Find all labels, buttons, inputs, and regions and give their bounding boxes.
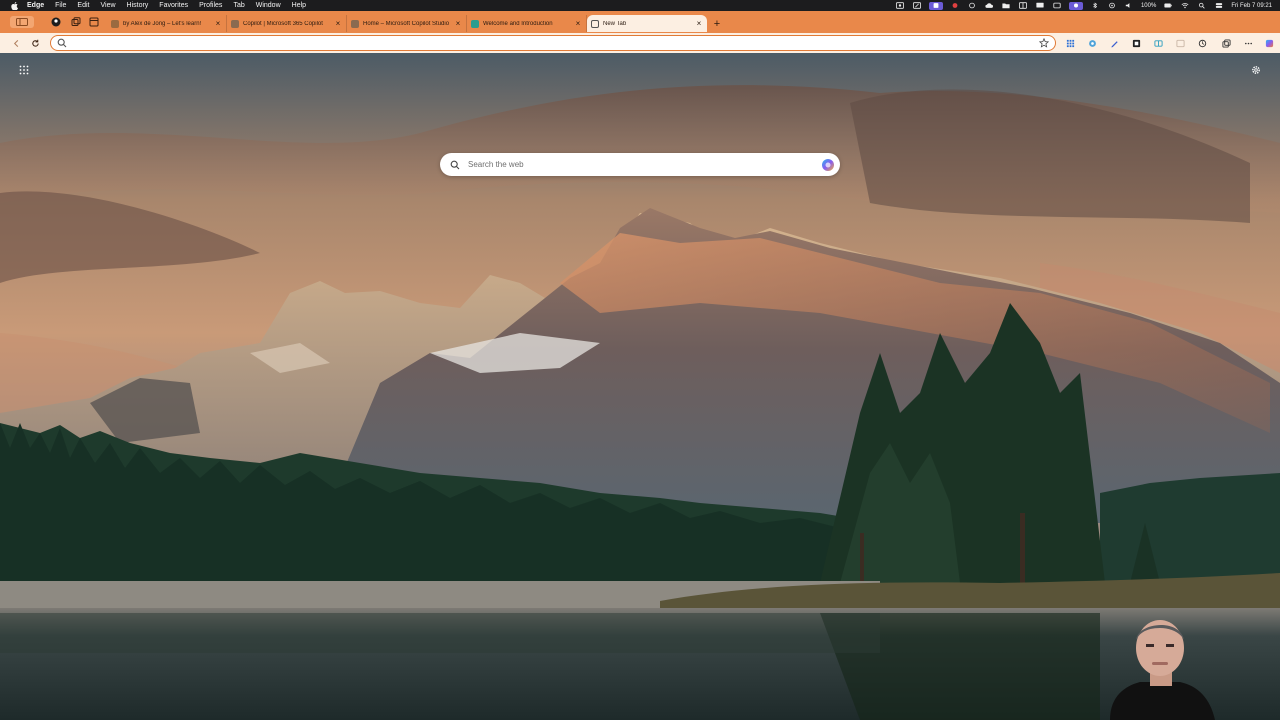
tab-favicon xyxy=(351,19,359,28)
screenshot-extension-icon[interactable] xyxy=(1130,37,1142,49)
tab-new-tab[interactable]: New Tab × xyxy=(587,15,707,32)
copilot-menu-icon[interactable] xyxy=(1068,1,1083,10)
control-center-icon[interactable] xyxy=(1214,2,1224,10)
menu-bar-clock[interactable]: Fri Feb 7 09:21 xyxy=(1231,3,1272,9)
tab-welcome-introduction[interactable]: Welcome and Introduction × xyxy=(467,15,587,32)
extension-icon[interactable] xyxy=(1086,37,1098,49)
app-launcher-icon[interactable] xyxy=(17,63,31,77)
address-input[interactable] xyxy=(71,39,1039,47)
menu-bar-status-area: 100% Fri Feb 7 09:21 xyxy=(895,0,1272,11)
teams-icon[interactable] xyxy=(928,1,943,10)
tab-close-icon[interactable]: × xyxy=(334,19,342,28)
menu-file[interactable]: File xyxy=(55,2,66,9)
new-tab-button[interactable]: + xyxy=(709,15,725,32)
page-settings-gear-icon[interactable] xyxy=(1249,63,1263,77)
tab-close-icon[interactable]: × xyxy=(214,19,222,28)
menu-help[interactable]: Help xyxy=(292,2,306,9)
window-manager-icon[interactable] xyxy=(1018,2,1028,10)
search-icon xyxy=(57,38,67,48)
display-icon[interactable] xyxy=(1035,2,1045,10)
new-tab-page: Search the web xyxy=(0,53,1280,720)
apple-icon[interactable] xyxy=(9,1,19,10)
tab-title: New Tab xyxy=(603,20,627,27)
menu-favorites[interactable]: Favorites xyxy=(159,2,188,9)
menu-app-name[interactable]: Edge xyxy=(27,2,44,9)
tab-close-icon[interactable]: × xyxy=(695,19,703,28)
pen-icon[interactable] xyxy=(912,2,922,10)
browser-essentials-icon[interactable] xyxy=(1196,37,1208,49)
profile-avatar[interactable] xyxy=(50,16,62,28)
refresh-button[interactable] xyxy=(29,37,41,49)
volume-icon[interactable] xyxy=(1124,2,1134,10)
recording-icon[interactable] xyxy=(950,2,960,10)
folder-icon[interactable] xyxy=(1001,2,1011,10)
read-aloud-icon[interactable] xyxy=(1174,37,1186,49)
search-icon xyxy=(450,160,460,170)
tab-title: Welcome and Introduction xyxy=(483,20,553,27)
spotlight-icon[interactable] xyxy=(1197,2,1207,10)
presenter-webcam-overlay xyxy=(1110,620,1215,720)
battery-percent: 100% xyxy=(1140,2,1157,9)
tab-title: Copilot | Microsoft 365 Copilot xyxy=(243,20,323,27)
vpn-icon[interactable] xyxy=(1107,2,1117,10)
back-button[interactable] xyxy=(10,37,22,49)
copilot-search-icon[interactable] xyxy=(821,158,835,172)
split-screen-icon[interactable] xyxy=(1152,37,1164,49)
menu-edit[interactable]: Edit xyxy=(77,2,89,9)
cast-icon[interactable] xyxy=(1052,2,1062,10)
browser-toolbar xyxy=(0,33,1280,53)
apps-grid-icon[interactable] xyxy=(1064,37,1076,49)
workspaces-icon[interactable] xyxy=(70,16,82,28)
more-options-icon[interactable] xyxy=(1242,37,1254,49)
tab-copilot-studio[interactable]: Home – Microsoft Copilot Studio × xyxy=(347,15,467,32)
tab-strip: by Alex de Jong – Let's learn! × Copilot… xyxy=(0,11,1280,33)
menu-tab[interactable]: Tab xyxy=(233,2,244,9)
menu-profiles[interactable]: Profiles xyxy=(199,2,222,9)
tab-favicon xyxy=(231,19,239,28)
tab-title: by Alex de Jong – Let's learn! xyxy=(123,20,202,27)
battery-icon[interactable] xyxy=(1163,2,1173,10)
menu-view[interactable]: View xyxy=(100,2,115,9)
screen-record-icon[interactable] xyxy=(895,2,905,10)
web-search-box[interactable]: Search the web xyxy=(440,153,840,176)
bluetooth-icon[interactable] xyxy=(1090,2,1100,10)
cloud-icon[interactable] xyxy=(984,2,994,10)
new-tab-favicon xyxy=(591,19,599,28)
tab-list: by Alex de Jong – Let's learn! × Copilot… xyxy=(107,15,725,33)
tab-favicon xyxy=(111,19,119,28)
pen-extension-icon[interactable] xyxy=(1108,37,1120,49)
tab-title: Home – Microsoft Copilot Studio xyxy=(363,20,450,27)
collections-icon[interactable] xyxy=(1220,37,1232,49)
tab-close-icon[interactable]: × xyxy=(454,19,462,28)
tab-favicon xyxy=(471,19,479,28)
focus-icon[interactable] xyxy=(967,2,977,10)
sidebar-toggle-button[interactable] xyxy=(10,16,34,28)
copilot-icon[interactable] xyxy=(1263,37,1275,49)
wifi-icon[interactable] xyxy=(1180,2,1190,10)
menu-window[interactable]: Window xyxy=(256,2,281,9)
tab-alex-de-jong[interactable]: by Alex de Jong – Let's learn! × xyxy=(107,15,227,32)
address-bar[interactable] xyxy=(50,35,1056,51)
tab-copilot-m365[interactable]: Copilot | Microsoft 365 Copilot × xyxy=(227,15,347,32)
macos-menu-bar: Edge File Edit View History Favorites Pr… xyxy=(0,0,1280,11)
tab-close-icon[interactable]: × xyxy=(574,19,582,28)
favorite-star-icon[interactable] xyxy=(1039,38,1049,48)
tab-actions-icon[interactable] xyxy=(88,16,100,28)
search-placeholder[interactable]: Search the web xyxy=(468,160,821,169)
menu-history[interactable]: History xyxy=(127,2,149,9)
